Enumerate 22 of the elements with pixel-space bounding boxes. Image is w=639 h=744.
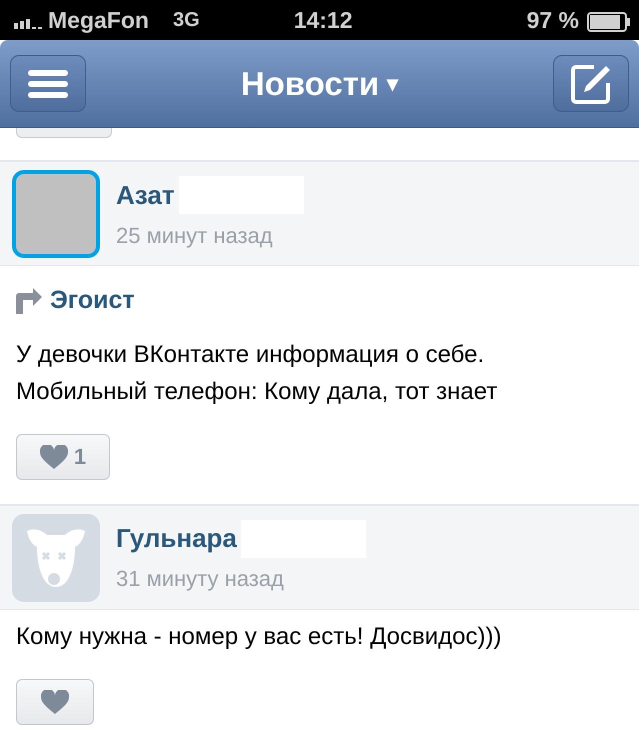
repost-icon	[16, 288, 42, 314]
carrier-name: MegaFon	[48, 6, 149, 35]
author-name[interactable]: Азат	[116, 176, 175, 214]
status-time: 14:12	[294, 6, 353, 35]
battery-icon	[587, 12, 631, 32]
dropdown-caret[interactable]: ▾	[387, 67, 398, 100]
like-button[interactable]	[16, 678, 94, 724]
screen-title[interactable]: Новости	[240, 58, 380, 108]
battery-percent: 97 %	[526, 6, 579, 35]
heart-icon	[40, 444, 68, 468]
menu-button[interactable]	[10, 55, 86, 112]
post-time: 31 минуту назад	[116, 565, 285, 593]
post-text: У девочки ВКонтакте информация о себе. Мобильный телефон: Кому дала, тот знает	[16, 340, 498, 406]
post-time: 25 минут назад	[116, 222, 274, 250]
repost-source[interactable]: Эгоист	[50, 282, 135, 320]
heart-icon	[41, 690, 69, 714]
network-type: 3G	[172, 8, 200, 33]
author-name[interactable]: Гульнара	[116, 519, 237, 558]
compose-icon	[570, 62, 612, 104]
menu-icon	[28, 70, 68, 98]
post-text: Кому нужна - номер у вас есть! Досвидос)))	[16, 622, 502, 652]
compose-button[interactable]	[553, 55, 629, 112]
